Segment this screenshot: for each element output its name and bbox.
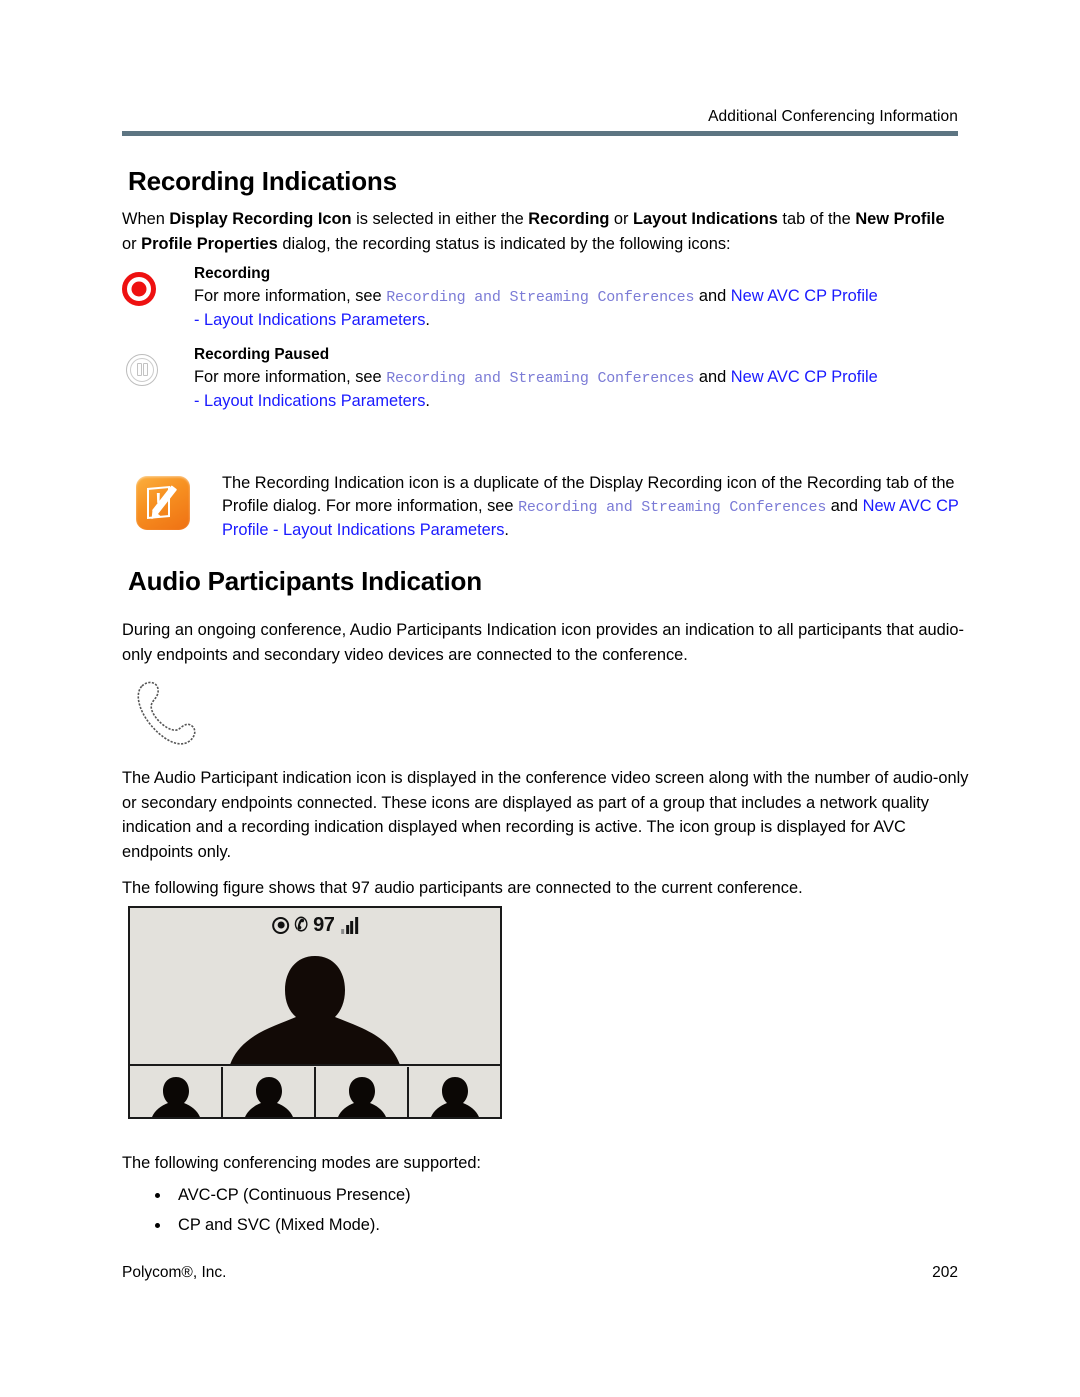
definition-body-recording-paused: Recording Paused For more information, s… [194,345,962,412]
intro-text-a: When [122,210,170,228]
audio-description-paragraph: The Audio Participant indication icon is… [122,769,969,861]
xref-layout-indications-parameters[interactable]: - Layout Indications Parameters [194,311,425,329]
participant-silhouette-small [151,1077,200,1117]
participant-silhouette-small [244,1077,293,1117]
def-lead-text-paused: For more information, see [194,368,387,386]
note-conjunction: and [826,496,863,515]
definition-description-recording-paused: For more information, see Recording and … [194,366,962,412]
intro-bold-new-profile: New Profile [855,210,945,228]
signal-bar-1 [341,928,345,934]
def-conjunction-paused: and [694,368,731,386]
audio-intro-paragraph: During an ongoing conference, Audio Part… [122,621,964,664]
xref-new-avc-cp-profile-paused[interactable]: New AVC CP Profile [731,368,878,386]
intro-text-d: or [609,210,634,228]
running-header: Additional Conferencing Information [708,108,958,125]
xref-recording-streaming-conferences[interactable]: Recording and Streaming Conferences [386,289,694,306]
list-item: AVC-CP (Continuous Presence) [150,1180,970,1210]
figure-thumbnail-strip [130,1067,500,1117]
xref-new-avc-cp-profile[interactable]: New AVC CP Profile [731,287,878,305]
note-pencil-icon: ! [136,476,190,530]
definition-row-recording: Recording For more information, see Reco… [122,264,962,331]
figure-thumbnail-cell [223,1067,316,1117]
paused-inner-ring [129,357,154,382]
pause-bar-left [136,363,142,376]
intro-text-f: or [122,234,142,253]
pause-bar-right [142,363,148,376]
signal-bars-icon [341,916,358,934]
modes-lead-paragraph: The following conferencing modes are sup… [122,1154,481,1172]
recording-intro-paragraph: When Display Recording Icon is selected … [122,207,962,256]
document-page: Additional Conferencing Information Reco… [0,0,1080,1397]
figure-thumbnail-cell [316,1067,409,1117]
definition-row-recording-paused: Recording Paused For more information, s… [122,345,962,412]
signal-bar-3 [350,920,354,934]
audio-participant-count: 97 [313,914,335,936]
definition-body-recording: Recording For more information, see Reco… [194,264,962,331]
conference-video-layout-figure: ✆ 97 [128,906,502,1119]
intro-bold-layout-indications: Layout Indications [633,210,778,228]
recording-dot-icon [272,916,290,934]
def-conjunction: and [694,287,731,305]
intro-bold-display-recording-icon: Display Recording Icon [169,210,352,228]
figure-thumbnail-cell [130,1067,223,1117]
list-item: CP and SVC (Mixed Mode). [150,1210,970,1240]
recording-paused-icon [126,354,158,386]
figure-thumbnail-cell [409,1067,500,1117]
intro-text-c: is selected in either the [351,210,529,228]
section-title-recording-indications: Recording Indications [128,166,397,196]
def-lead-text: For more information, see [194,287,387,305]
definition-term-recording-paused: Recording Paused [194,346,330,363]
intro-text-e: tab of the [777,210,856,228]
footer-page-number: 202 [932,1264,958,1281]
participant-silhouette-small [337,1077,386,1117]
note-text: The Recording Indication icon is a dupli… [222,472,962,542]
note-period: . [504,521,509,539]
xref-layout-indications-parameters-paused[interactable]: - Layout Indications Parameters [194,392,425,410]
conferencing-modes-list: AVC-CP (Continuous Presence) CP and SVC … [150,1180,970,1240]
intro-bold-recording: Recording [528,210,610,228]
figure-lead-paragraph: The following figure shows that 97 audio… [122,879,803,897]
note-block: ! The Recording Indication icon is a dup… [136,472,962,542]
def-period-paused: . [425,392,430,410]
figure-main-video-cell: ✆ 97 [130,908,500,1066]
participant-silhouette-small [430,1077,479,1117]
header-rule [122,131,958,136]
xref-recording-streaming-conferences-paused[interactable]: Recording and Streaming Conferences [386,370,694,387]
signal-bar-4 [354,916,358,934]
intro-bold-profile-properties: Profile Properties [141,234,278,253]
signal-bar-2 [345,924,349,934]
handset-glyph-icon: ✆ [294,914,308,936]
figure-icon-group: ✆ 97 [272,913,358,937]
definition-description-recording: For more information, see Recording and … [194,285,962,331]
section-title-audio-participants-indication: Audio Participants Indication [128,566,482,596]
definition-term-recording: Recording [194,265,271,282]
recording-icon [122,272,156,306]
intro-text-g: dialog, the recording status is indicate… [277,234,731,253]
note-xref-recording-streaming-conferences[interactable]: Recording and Streaming Conferences [518,499,826,516]
def-period: . [425,311,430,329]
telephone-handset-icon [137,681,196,745]
participant-silhouette-large [230,956,400,1064]
